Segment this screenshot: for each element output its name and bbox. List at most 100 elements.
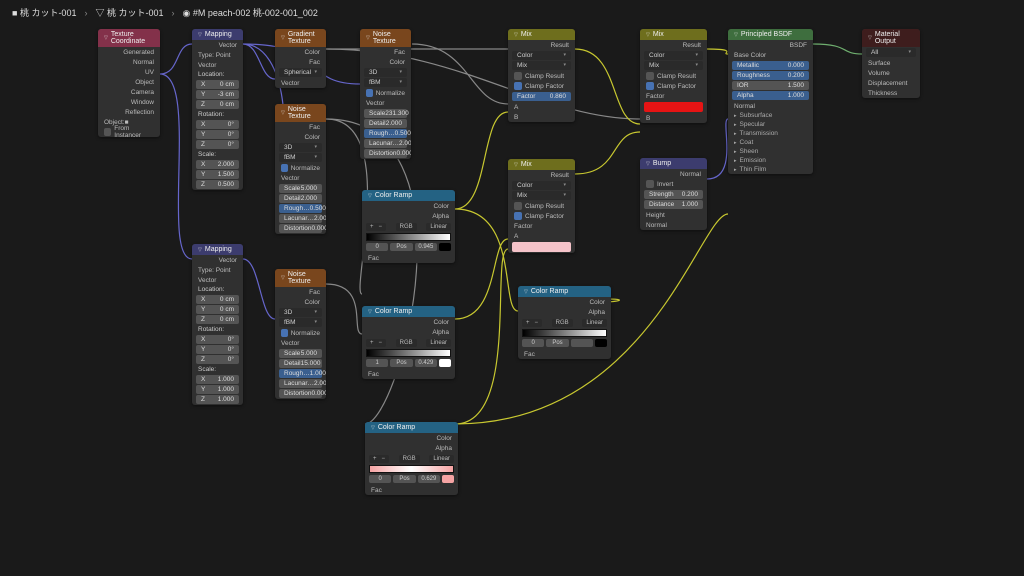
clamp-factor[interactable]: Clamp Factor [508, 211, 575, 221]
ior[interactable]: IOR1.500 [732, 81, 809, 90]
in-vector[interactable]: Vector [275, 173, 326, 183]
out-uv[interactable]: UV [98, 67, 160, 77]
node-texture-coordinate[interactable]: Texture Coordinate Generated Normal UV O… [98, 29, 160, 137]
in-vector[interactable]: Vector [192, 60, 243, 70]
ramp-widget[interactable]: + −RGBLinear 0Pos0.945 [366, 223, 451, 251]
rot-y[interactable]: Y0° [196, 345, 239, 354]
loc-y[interactable]: Y0 cm [196, 305, 239, 314]
node-noise-2[interactable]: Noise Texture Fac Color 3D fBM Normalize… [275, 269, 326, 399]
scl-z[interactable]: Z1.000 [196, 395, 239, 404]
node-header[interactable]: Noise Texture [275, 269, 326, 287]
node-mix-3[interactable]: Mix Result Color Mix Clamp Result Clamp … [640, 29, 707, 123]
strength[interactable]: Strength0.200 [644, 190, 703, 199]
dim[interactable]: 3D [279, 143, 322, 152]
node-principled-bsdf[interactable]: Principled BSDF BSDF Base Color Metallic… [728, 29, 813, 174]
out-alpha[interactable]: Alpha [365, 443, 458, 453]
crumb-1[interactable]: ■ 桃 カット-001 [12, 6, 76, 19]
out-color[interactable]: Color [275, 297, 326, 307]
node-header[interactable]: Material Output [862, 29, 920, 47]
rot-x[interactable]: X0° [196, 335, 239, 344]
base-color[interactable]: Base Color [728, 50, 813, 60]
node-color-ramp-4[interactable]: Color Ramp Color Alpha + −RGBLinear 0Pos… [518, 286, 611, 359]
fbm[interactable]: fBM [364, 78, 407, 87]
clamp-result[interactable]: Clamp Result [640, 71, 707, 81]
out-vector[interactable]: Vector [192, 40, 243, 50]
out-generated[interactable]: Generated [98, 47, 160, 57]
rot-z[interactable]: Z0° [196, 355, 239, 364]
type[interactable]: Color [644, 51, 703, 60]
specular[interactable]: Specular [728, 120, 813, 129]
loc-x[interactable]: X0 cm [196, 295, 239, 304]
node-header[interactable]: Color Ramp [362, 306, 455, 317]
in-a[interactable]: A [508, 102, 575, 112]
clamp-result[interactable]: Clamp Result [508, 71, 575, 81]
roughness[interactable]: Rough…0.500 [364, 129, 407, 138]
node-mix-2[interactable]: Mix Result Color Mix Clamp Result Clamp … [508, 159, 575, 253]
in-volume[interactable]: Volume [862, 68, 920, 78]
factor[interactable]: Factor [508, 221, 575, 231]
ramp-widget[interactable]: + −RGBLinear 0Pos [522, 319, 607, 347]
dim[interactable]: 3D [364, 68, 407, 77]
node-header[interactable]: Bump [640, 158, 707, 169]
node-header[interactable]: Mapping [192, 244, 243, 255]
scale[interactable]: Scale5.000 [279, 349, 322, 358]
out-color[interactable]: Color [365, 433, 458, 443]
node-mapping-1[interactable]: Mapping Vector Type: Point Vector Locati… [192, 29, 243, 190]
node-canvas[interactable]: Texture Coordinate Generated Normal UV O… [0, 24, 1024, 576]
clamp-result[interactable]: Clamp Result [508, 201, 575, 211]
gradient-type[interactable]: Spherical [279, 68, 322, 77]
blend[interactable]: Mix [644, 61, 703, 70]
type[interactable]: Color [512, 51, 571, 60]
out-alpha[interactable]: Alpha [518, 307, 611, 317]
subsurface[interactable]: Subsurface [728, 111, 813, 120]
out-color[interactable]: Color [518, 297, 611, 307]
node-noise-3[interactable]: Noise Texture Fac Color 3D fBM Normalize… [360, 29, 411, 159]
in-normal[interactable]: Normal [728, 101, 813, 111]
node-header[interactable]: Noise Texture [360, 29, 411, 47]
metallic[interactable]: Metallic0.000 [732, 61, 809, 70]
clamp-factor[interactable]: Clamp Factor [508, 81, 575, 91]
node-header[interactable]: Mapping [192, 29, 243, 40]
in-height[interactable]: Height [640, 210, 707, 220]
out-color[interactable]: Color [360, 57, 411, 67]
out-result[interactable]: Result [640, 40, 707, 50]
in-vector[interactable]: Vector [360, 98, 411, 108]
coat[interactable]: Coat [728, 138, 813, 147]
clamp-factor[interactable]: Clamp Factor [640, 81, 707, 91]
from-instancer[interactable]: From Instancer [98, 127, 160, 137]
distortion[interactable]: Distortion0.000 [364, 149, 407, 158]
alpha[interactable]: Alpha1.000 [732, 91, 809, 100]
roughness[interactable]: Rough…0.500 [279, 204, 322, 213]
detail[interactable]: Detail2.000 [279, 194, 322, 203]
factor[interactable]: Factor0.860 [512, 92, 571, 101]
node-header[interactable]: Noise Texture [275, 104, 326, 122]
node-color-ramp-2[interactable]: Color Ramp Color Alpha + −RGBLinear 1Pos… [362, 306, 455, 379]
out-reflection[interactable]: Reflection [98, 107, 160, 117]
blend[interactable]: Mix [512, 191, 571, 200]
in-a[interactable]: A [508, 231, 575, 241]
in-fac[interactable]: Fac [362, 253, 455, 263]
breadcrumb[interactable]: ■ 桃 カット-001 › ▽ 桃 カット-001 › ◉ #M peach-0… [12, 6, 318, 19]
rot-x[interactable]: X0° [196, 120, 239, 129]
detail[interactable]: Detail15.000 [279, 359, 322, 368]
out-fac[interactable]: Fac [275, 57, 326, 67]
blend[interactable]: Mix [512, 61, 571, 70]
node-material-output[interactable]: Material Output All Surface Volume Displ… [862, 29, 920, 98]
normalize[interactable]: Normalize [275, 328, 326, 338]
normalize[interactable]: Normalize [360, 88, 411, 98]
fbm[interactable]: fBM [279, 318, 322, 327]
type-row[interactable]: Type: Point [192, 265, 243, 275]
out-window[interactable]: Window [98, 97, 160, 107]
sheen[interactable]: Sheen [728, 147, 813, 156]
type[interactable]: Color [512, 181, 571, 190]
node-color-ramp-1[interactable]: Color Ramp Color Alpha + −RGBLinear 0Pos… [362, 190, 455, 263]
node-header[interactable]: Principled BSDF [728, 29, 813, 40]
node-header[interactable]: Mix [508, 159, 575, 170]
ramp-widget[interactable]: + −RGBLinear 1Pos0.429 [366, 339, 451, 367]
out-result[interactable]: Result [508, 40, 575, 50]
emission[interactable]: Emission [728, 156, 813, 165]
scl-x[interactable]: X2.000 [196, 160, 239, 169]
out-camera[interactable]: Camera [98, 87, 160, 97]
in-normal[interactable]: Normal [640, 220, 707, 230]
node-header[interactable]: Gradient Texture [275, 29, 326, 47]
